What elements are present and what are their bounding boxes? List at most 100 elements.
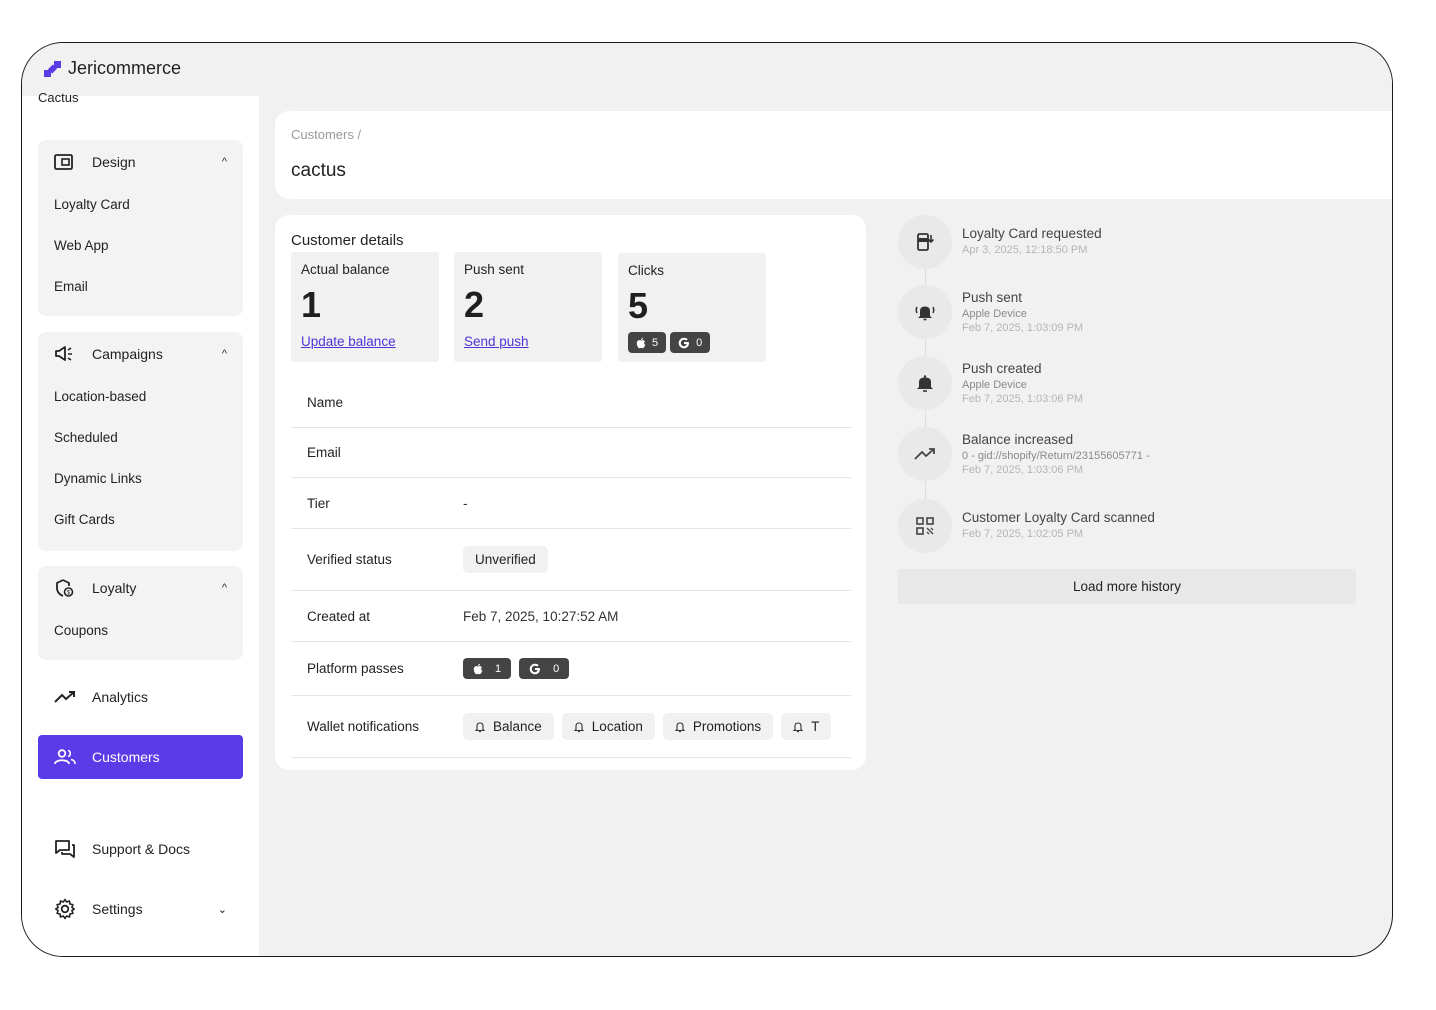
sidebar-item-campaigns[interactable]: Campaigns ^ [38, 332, 243, 376]
event-date: Feb 7, 2025, 1:02:05 PM [962, 528, 1084, 540]
bell-ringing-icon [898, 285, 952, 339]
sidebar-item-customers[interactable]: Customers [38, 735, 243, 779]
detail-label: Created at [307, 608, 371, 624]
trending-up-icon [54, 690, 76, 704]
tag-label: Promotions [692, 719, 762, 734]
sidebar-item-label: Campaigns [92, 346, 163, 362]
app-window: Jericommerce Cactus Design ^ Loyalty Car… [21, 42, 1393, 957]
google-count-chip: 0 [670, 332, 711, 353]
stat-actual-balance: Actual balance 1 Update balance [291, 252, 439, 362]
sidebar-item-dynamic-links[interactable]: Dynamic Links [38, 458, 243, 499]
detail-row-created-at: Created at Feb 7, 2025, 10:27:52 AM [291, 591, 851, 642]
chat-docs-icon [54, 839, 76, 859]
bell-outline-icon [475, 721, 485, 732]
chevron-up-icon: ^ [221, 348, 227, 360]
stat-label: Clicks [628, 263, 664, 278]
chevron-up-icon: ^ [221, 582, 227, 594]
jericommerce-logo-icon [44, 60, 61, 77]
event-subtitle: Apple Device [962, 308, 1027, 320]
megaphone-icon [54, 345, 76, 363]
store-name: Cactus [38, 90, 79, 105]
chevron-up-icon: ^ [221, 156, 227, 168]
brand-logo[interactable]: Jericommerce [44, 58, 181, 79]
users-icon [54, 749, 76, 765]
load-more-history-button[interactable]: Load more history [898, 569, 1356, 604]
detail-row-platform-passes: Platform passes 1 0 [291, 642, 851, 696]
detail-row-wallet-notifications: Wallet notifications Balance Location Pr… [291, 696, 851, 758]
customer-details-card: Customer details Actual balance 1 Update… [275, 215, 866, 770]
sidebar-item-loyalty[interactable]: $ Loyalty ^ [38, 566, 243, 610]
apple-count: 5 [652, 336, 659, 349]
stat-push-sent: Push sent 2 Send push [454, 252, 602, 362]
sidebar-item-location-based[interactable]: Location-based [38, 376, 243, 417]
stat-value: 2 [464, 284, 485, 325]
google-passes-chip: 0 [519, 658, 570, 679]
top-bar: Jericommerce [22, 43, 1392, 96]
sidebar-item-loyalty-card[interactable]: Loyalty Card [38, 184, 243, 225]
notification-balance-tag: Balance [463, 713, 554, 740]
verified-status-badge: Unverified [463, 546, 548, 573]
sidebar-group-loyalty: $ Loyalty ^ Coupons [38, 566, 243, 660]
brand-name: Jericommerce [68, 58, 182, 78]
stat-clicks: Clicks 5 5 0 [618, 253, 766, 362]
sidebar-item-coupons[interactable]: Coupons [38, 610, 243, 651]
event-title: Push sent [962, 290, 1023, 305]
detail-label: Wallet notifications [307, 719, 420, 734]
sidebar-item-scheduled[interactable]: Scheduled [38, 417, 243, 458]
detail-label: Platform passes [307, 661, 404, 676]
bell-outline-icon [793, 721, 804, 732]
detail-label: Tier [307, 495, 330, 511]
sidebar-item-support-docs[interactable]: Support & Docs [38, 827, 243, 871]
tag-label: Balance [493, 719, 542, 734]
tag-label: T [811, 719, 820, 734]
wallet-icon [54, 153, 76, 171]
stat-value: 5 [628, 285, 649, 326]
detail-label: Email [307, 445, 341, 460]
gear-icon [54, 898, 76, 920]
stat-value: 1 [301, 284, 322, 325]
sidebar-item-settings[interactable]: Settings ⌄ [38, 887, 243, 931]
sidebar-item-web-app[interactable]: Web App [38, 225, 243, 266]
loyalty-badge-icon: $ [54, 578, 76, 598]
send-push-link[interactable]: Send push [464, 334, 529, 349]
page-title: cactus [291, 160, 346, 181]
detail-row-email: Email [291, 428, 851, 478]
customer-attributes: Name Email Tier - Verified status Unveri… [291, 377, 851, 758]
apple-passes-count: 1 [495, 662, 502, 675]
detail-value: - [463, 495, 468, 511]
sidebar-group-design: Design ^ Loyalty Card Web App Email [38, 140, 243, 316]
event-title: Customer Loyalty Card scanned [962, 510, 1155, 525]
bell-icon [898, 356, 952, 410]
sidebar-item-label: Settings [92, 901, 143, 917]
trending-up-icon [898, 427, 952, 481]
breadcrumb[interactable]: Customers / [291, 127, 361, 142]
sidebar-item-design[interactable]: Design ^ [38, 140, 243, 184]
detail-row-name: Name [291, 377, 851, 428]
bell-outline-icon [573, 721, 584, 732]
bell-outline-icon [674, 721, 685, 732]
sidebar-item-label: Analytics [92, 689, 149, 705]
sidebar-item-email[interactable]: Email [38, 266, 243, 307]
sidebar-item-analytics[interactable]: Analytics [38, 675, 243, 719]
event-subtitle: 0 - gid://shopify/Return/23155605771 - [962, 450, 1150, 462]
apple-count-chip: 5 [628, 332, 667, 353]
event-title: Balance increased [962, 432, 1074, 447]
page-header: Customers / cactus [275, 111, 1392, 199]
event-title: Push created [962, 361, 1042, 376]
detail-label: Verified status [307, 552, 392, 567]
sidebar-group-campaigns: Campaigns ^ Location-based Scheduled Dyn… [38, 332, 243, 551]
notification-location-tag: Location [561, 713, 655, 740]
sidebar-item-label: Loyalty [92, 580, 137, 596]
update-balance-link[interactable]: Update balance [301, 334, 396, 349]
event-date: Feb 7, 2025, 1:03:06 PM [962, 393, 1084, 405]
sidebar-item-gift-cards[interactable]: Gift Cards [38, 499, 243, 540]
stat-label: Push sent [464, 262, 525, 277]
card-download-icon [898, 215, 952, 269]
detail-value: Unverified [463, 546, 548, 573]
sidebar-item-label: Customers [92, 749, 160, 765]
google-passes-count: 0 [553, 662, 560, 675]
event-date: Feb 7, 2025, 1:03:09 PM [962, 322, 1084, 334]
event-subtitle: Apple Device [962, 379, 1027, 391]
google-icon [529, 663, 541, 674]
notification-truncated-tag: T [781, 713, 832, 740]
